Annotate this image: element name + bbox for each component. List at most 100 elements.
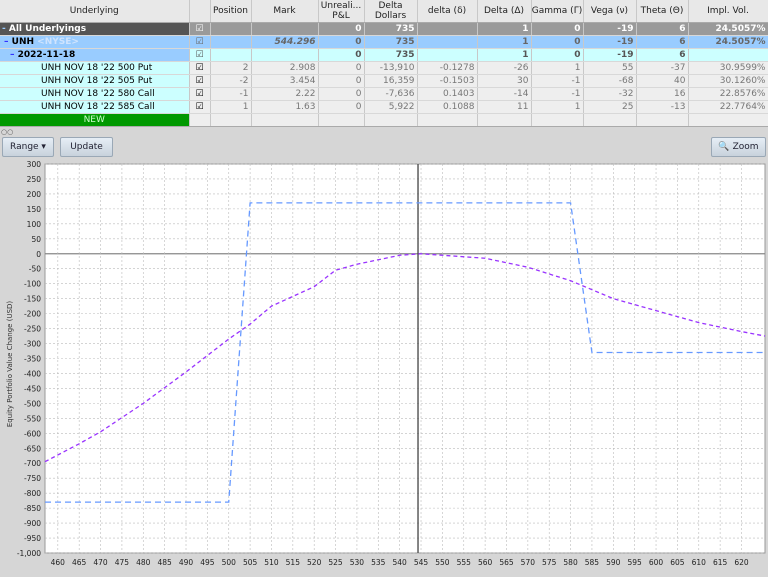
cell-dd: -13,910 [364,61,418,75]
cell-v: -19 [583,22,637,36]
range-label: Range ▾ [10,142,46,152]
collapse-icon[interactable]: – [4,37,12,47]
empty-cell [417,113,478,127]
x-tick-label: 600 [649,558,664,567]
y-tick-label: 50 [31,235,41,244]
column-header[interactable]: Unreali... P&L [318,0,365,23]
column-header[interactable]: Delta (Δ) [477,0,532,23]
row-label-text: UNH [11,36,35,47]
update-button[interactable]: Update [60,137,113,157]
x-tick-label: 490 [179,558,194,567]
row-label: - All Underlyings [0,22,190,36]
row-all-underlyings[interactable]: - All Underlyings ☑ 0 735 1 0 -19 6 24.5057% [0,22,768,36]
column-header[interactable]: Mark [251,0,319,23]
y-tick-label: -150 [24,295,41,304]
x-tick-label: 535 [371,558,386,567]
cell-iv: 24.5057% [688,35,768,49]
row-label: UNH NOV 18 '22 505 Put [0,74,190,88]
table-row[interactable]: UNH NOV 18 '22 580 Call ☑ -1 2.22 0 -7,636 0.1… [0,87,768,101]
cell-t: 40 [636,74,689,88]
row-label-text: All Underlyings [8,23,87,34]
cell-D: 1 [477,22,532,36]
row-label-text: UNH NOV 18 '22 585 Call [41,101,155,112]
cell-D: 30 [477,74,532,88]
x-tick-label: 500 [222,558,237,567]
include-checkbox[interactable]: ☑ [189,48,211,62]
x-tick-label: 610 [692,558,707,567]
column-header[interactable]: Impl. Vol. [688,0,768,23]
x-tick-label: 615 [713,558,728,567]
x-tick-label: 485 [157,558,172,567]
x-tick-label: 505 [243,558,258,567]
cell-v: -19 [583,35,637,49]
cell-mark: 2.908 [251,61,319,75]
collapse-icon[interactable]: – [10,50,18,60]
collapse-icon[interactable]: - [2,24,9,34]
column-header[interactable]: Delta Dollars [364,0,418,23]
include-checkbox[interactable]: ☑ [189,74,211,88]
cell-v: 55 [583,61,637,75]
include-checkbox[interactable]: ☑ [189,100,211,114]
empty-cell [477,113,532,127]
y-tick-label: -350 [24,355,41,364]
cell-d: -0.1278 [417,61,478,75]
cell-iv: 24.5057% [688,22,768,36]
include-checkbox[interactable]: ☑ [189,22,211,36]
row-label: – UNH <NYSE> [0,35,190,49]
zoom-button[interactable]: 🔍 Zoom [711,137,766,157]
row-underlying-unh[interactable]: – UNH <NYSE> ☑ 544.296 0 735 1 0 -19 6 24.5057% [0,35,768,49]
splitter[interactable]: ○○ [0,126,768,136]
column-header[interactable]: delta (δ) [417,0,478,23]
y-tick-label: 250 [27,175,42,184]
x-tick-label: 540 [392,558,407,567]
cell-t: 6 [636,48,689,62]
column-header[interactable]: Gamma (Γ) [531,0,584,23]
cell-v: -68 [583,74,637,88]
cell-t: -13 [636,100,689,114]
cell-t: -37 [636,61,689,75]
cell-D: -14 [477,87,532,101]
empty-cell [251,113,319,127]
new-button[interactable]: NEW [0,113,190,127]
row-expiry[interactable]: – 2022-11-18 ☑ 0 735 1 0 -19 6 [0,48,768,62]
cell-t: 6 [636,22,689,36]
column-header[interactable] [189,0,211,23]
column-header[interactable]: Vega (ν) [583,0,637,23]
cell-mark: 1.63 [251,100,319,114]
cell-t: 16 [636,87,689,101]
x-tick-label: 520 [307,558,322,567]
cell-v: -32 [583,87,637,101]
column-header[interactable]: Theta (Θ) [636,0,689,23]
empty-cell [583,113,637,127]
x-tick-label: 595 [628,558,643,567]
cell-dd: -7,636 [364,87,418,101]
y-tick-label: -900 [24,519,41,528]
empty-cell [364,113,418,127]
cell-iv: 30.1260% [688,74,768,88]
table-row[interactable]: UNH NOV 18 '22 505 Put ☑ -2 3.454 0 16,359 -0.… [0,74,768,88]
x-tick-label: 575 [542,558,557,567]
column-header[interactable]: Position [210,0,252,23]
empty-cell [189,113,211,127]
row-label-text: UNH NOV 18 '22 500 Put [41,62,153,73]
x-tick-label: 550 [435,558,450,567]
range-button[interactable]: Range ▾ [2,137,54,157]
include-checkbox[interactable]: ☑ [189,35,211,49]
y-tick-label: -700 [24,459,41,468]
y-tick-label: -550 [24,414,41,423]
row-label: – 2022-11-18 [0,48,190,62]
include-checkbox[interactable]: ☑ [189,61,211,75]
x-tick-label: 525 [328,558,343,567]
y-tick-label: 0 [36,250,41,259]
payoff-chart[interactable]: 300250200150100500-50-100-150-200-250-30… [0,158,768,577]
table-row[interactable]: UNH NOV 18 '22 500 Put ☑ 2 2.908 0 -13,910 -0.… [0,61,768,75]
y-tick-label: -500 [24,399,41,408]
cell-g: -1 [531,87,584,101]
cell-d [417,48,478,62]
include-checkbox[interactable]: ☑ [189,87,211,101]
new-row[interactable]: NEW [0,113,768,127]
table-row[interactable]: UNH NOV 18 '22 585 Call ☑ 1 1.63 0 5,922 0.108… [0,100,768,114]
cell-pnl: 0 [318,22,365,36]
cell-pnl: 0 [318,48,365,62]
column-header[interactable]: Underlying [0,0,190,23]
